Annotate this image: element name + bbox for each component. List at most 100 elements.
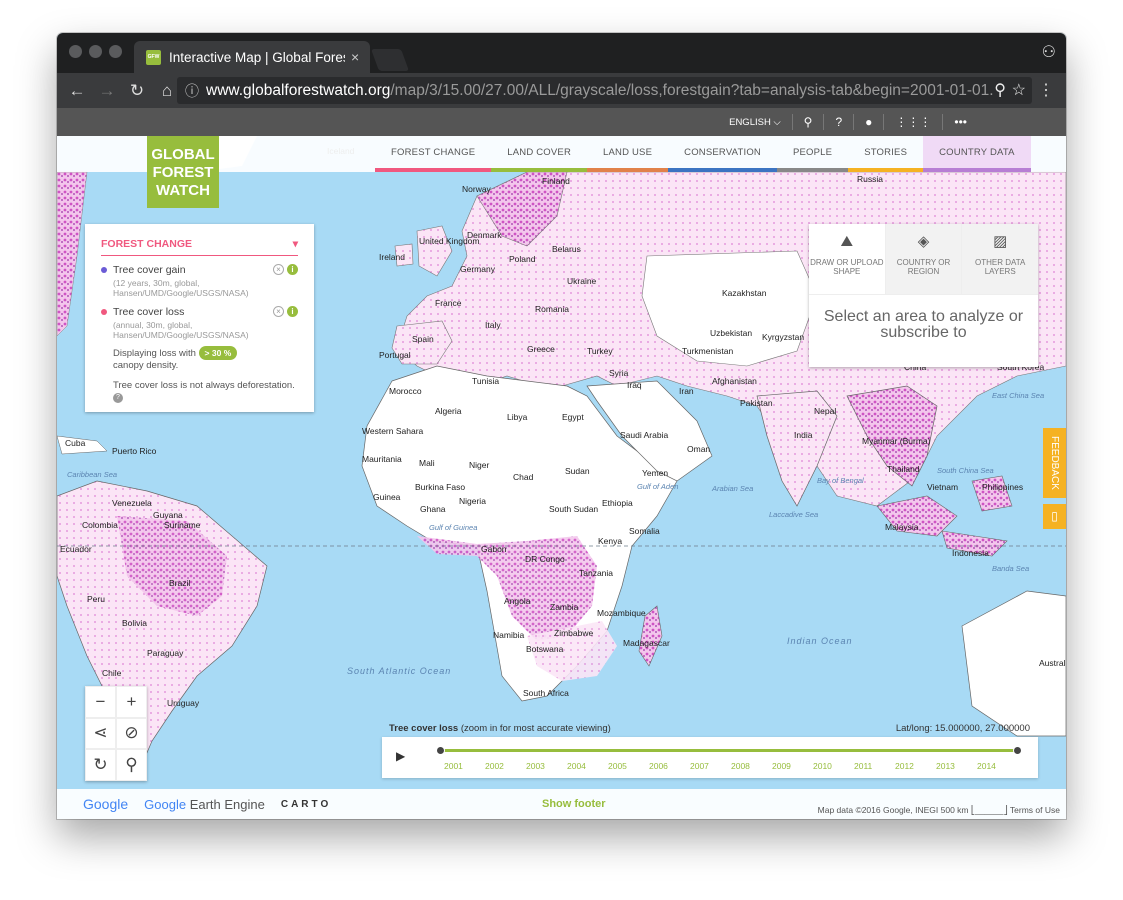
timeline-track[interactable] xyxy=(436,746,1022,755)
earth-engine-logo: Google Earth Engine xyxy=(144,797,265,812)
minimize-window-button[interactable] xyxy=(89,45,102,58)
reset-icon[interactable]: ↻ xyxy=(85,749,116,781)
year-tick[interactable]: 2012 xyxy=(895,761,936,771)
year-tick[interactable]: 2013 xyxy=(936,761,977,771)
info-icon[interactable]: i xyxy=(287,306,298,317)
new-tab-button[interactable] xyxy=(370,49,410,71)
year-tick[interactable]: 2009 xyxy=(772,761,813,771)
map-label: Indonesia xyxy=(952,548,989,558)
map-label: Uruguay xyxy=(167,698,200,708)
year-tick[interactable]: 2010 xyxy=(813,761,854,771)
year-tick[interactable]: 2003 xyxy=(526,761,567,771)
map-label: Gabon xyxy=(481,544,507,554)
maximize-window-button[interactable] xyxy=(109,45,122,58)
map-label: Paraguay xyxy=(147,648,184,658)
map-label: Nigeria xyxy=(459,496,486,506)
map-canvas[interactable]: IcelandNorwayFinlandRussiaDenmarkIreland… xyxy=(57,136,1066,819)
map-label: Turkey xyxy=(587,346,613,356)
map-label: Spain xyxy=(412,334,434,344)
back-arrow-icon[interactable]: ← xyxy=(67,81,87,101)
year-tick[interactable]: 2007 xyxy=(690,761,731,771)
map-label: Ethiopia xyxy=(602,498,633,508)
help-icon[interactable]: ? xyxy=(113,393,123,403)
search-map-icon[interactable]: ⚲ xyxy=(116,749,147,781)
zoom-in-button[interactable]: + xyxy=(116,686,147,718)
panel-title: FOREST CHANGE xyxy=(101,238,193,250)
bookmark-star-icon[interactable]: ☆ xyxy=(1011,80,1026,100)
map-label: Greece xyxy=(527,344,555,354)
map-label: Chad xyxy=(513,472,534,482)
chevron-down-icon[interactable]: ▾ xyxy=(293,238,298,250)
year-tick[interactable]: 2006 xyxy=(649,761,690,771)
forest-change-panel: FOREST CHANGE ▾ Tree cover gain (12 year… xyxy=(85,224,314,412)
year-tick[interactable]: 2014 xyxy=(977,761,1018,771)
apps-grid-icon[interactable]: ⋮⋮⋮ xyxy=(883,114,942,130)
threshold-pill[interactable]: > 30 % xyxy=(198,346,238,360)
close-window-button[interactable] xyxy=(69,45,82,58)
browser-menu-icon[interactable]: ⋮ xyxy=(1038,80,1054,100)
zoom-out-button[interactable]: − xyxy=(85,686,116,718)
year-tick[interactable]: 2002 xyxy=(485,761,526,771)
map-label: France xyxy=(435,298,462,308)
reload-icon[interactable]: ↻ xyxy=(127,81,147,101)
language-selector[interactable]: ENGLISH ⌵ xyxy=(718,114,792,130)
browser-tab[interactable]: GFW Interactive Map | Global Forest × xyxy=(134,41,370,73)
logo-line-3: WATCH xyxy=(156,182,210,199)
tab-draw-upload[interactable]: ⛰ DRAW OR UPLOAD SHAPE xyxy=(809,224,885,294)
tab-close-icon[interactable]: × xyxy=(351,49,359,65)
year-tick[interactable]: 2004 xyxy=(567,761,608,771)
info-icon[interactable]: ⓘ xyxy=(185,81,199,101)
analysis-panel: ⛰ DRAW OR UPLOAD SHAPE ◈ COUNTRY OR REGION… xyxy=(809,224,1039,367)
nav-land-use[interactable]: LAND USE xyxy=(587,136,669,172)
user-icon[interactable]: ● xyxy=(853,114,883,130)
map-label: Kenya xyxy=(598,536,623,546)
map-label: Brazil xyxy=(169,578,191,588)
help-icon[interactable]: ? xyxy=(823,114,853,130)
tab-country-region[interactable]: ◈ COUNTRY OR REGION xyxy=(884,224,962,294)
more-icon[interactable]: ••• xyxy=(942,114,978,130)
info-icon[interactable]: i xyxy=(287,264,298,275)
url-path: /map/3/15.00/27.00/ALL/grayscale/loss,fo… xyxy=(390,81,1003,99)
year-tick[interactable]: 2011 xyxy=(854,761,895,771)
show-footer-button[interactable]: Show footer xyxy=(542,798,606,810)
guide-book-icon[interactable]: ▯ xyxy=(1043,504,1066,529)
map-label: Madagascar xyxy=(623,638,670,648)
map-attribution[interactable]: Map data ©2016 Google, INEGI 500 km ⎣___… xyxy=(818,805,1060,816)
panel-header[interactable]: FOREST CHANGE ▾ xyxy=(101,238,298,256)
zoom-icon[interactable]: ⚲ xyxy=(994,80,1006,100)
year-tick[interactable]: 2005 xyxy=(608,761,649,771)
map-label: Malaysia xyxy=(885,522,919,532)
display-suffix: canopy density. xyxy=(113,360,179,371)
nav-people[interactable]: PEOPLE xyxy=(776,136,849,172)
url-field[interactable]: ⓘ www.globalforestwatch.org/map/3/15.00/… xyxy=(177,77,1032,104)
hide-eye-icon[interactable]: ⊘ xyxy=(116,717,147,750)
gfw-logo[interactable]: GLOBAL FOREST WATCH xyxy=(147,136,219,208)
share-icon[interactable]: ⋖ xyxy=(85,717,116,750)
map-label: Afghanistan xyxy=(712,376,757,386)
nav-forest-change[interactable]: FOREST CHANGE xyxy=(375,136,492,172)
play-icon[interactable]: ▶ xyxy=(396,749,405,763)
year-ticks: 2001 2002 2003 2004 2005 2006 2007 2008 2009 2010… xyxy=(444,761,1018,771)
map-label: Banda Sea xyxy=(992,564,1030,573)
timeline-label: Tree cover loss (zoom in for most accura… xyxy=(389,723,611,734)
home-icon[interactable]: ⌂ xyxy=(157,81,177,101)
layer-name[interactable]: Tree cover loss xyxy=(113,306,184,318)
remove-layer-icon[interactable]: × xyxy=(273,264,284,275)
map-label: Morocco xyxy=(389,386,422,396)
nav-conservation[interactable]: CONSERVATION xyxy=(668,136,777,172)
map-label: Egypt xyxy=(562,412,584,422)
browser-window: GFW Interactive Map | Global Forest × ⚇ … xyxy=(57,33,1066,819)
feedback-button[interactable]: FEEDBACK xyxy=(1043,428,1066,498)
tab-other-data[interactable]: ▨ OTHER DATA LAYERS xyxy=(961,224,1039,294)
search-icon[interactable]: ⚲ xyxy=(791,114,824,130)
layer-name[interactable]: Tree cover gain xyxy=(113,264,186,276)
nav-country-data[interactable]: COUNTRY DATA xyxy=(923,136,1031,172)
timeline-label-rest: (zoom in for most accurate viewing) xyxy=(458,723,611,734)
remove-layer-icon[interactable]: × xyxy=(273,306,284,317)
year-tick[interactable]: 2001 xyxy=(444,761,485,771)
nav-stories[interactable]: STORIES xyxy=(848,136,924,172)
year-tick[interactable]: 2008 xyxy=(731,761,772,771)
nav-land-cover[interactable]: LAND COVER xyxy=(491,136,588,172)
forward-arrow-icon[interactable]: → xyxy=(97,81,117,101)
map-label: Kyrgyzstan xyxy=(762,332,805,342)
